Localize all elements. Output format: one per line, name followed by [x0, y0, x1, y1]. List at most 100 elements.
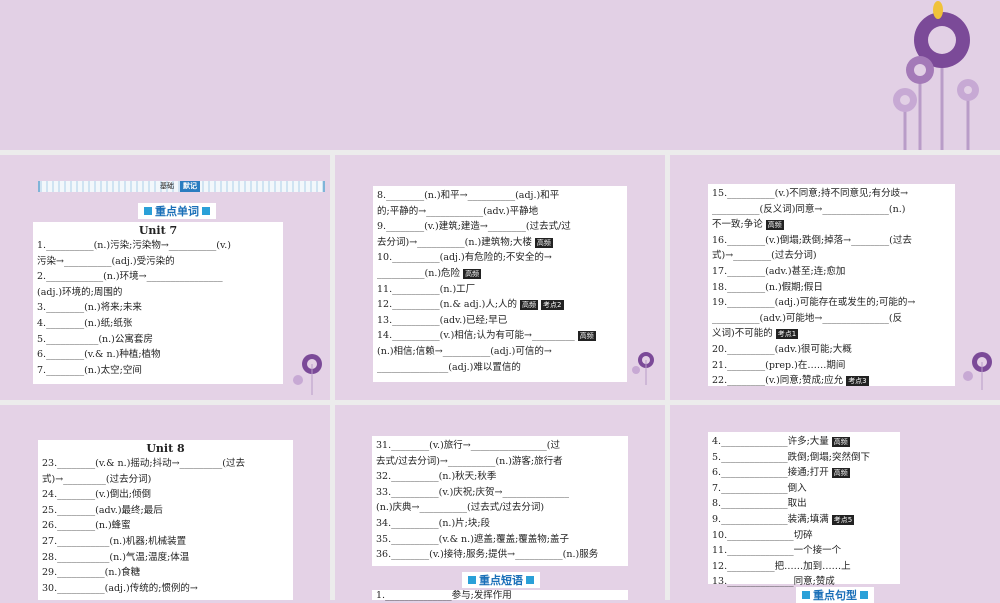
- worksheet-panel-2: 8.________(n.)和平→__________(adj.)和平 的;平静的…: [373, 186, 627, 382]
- exercise-line: 17.________(adv.)甚至;连;愈加: [712, 265, 846, 277]
- exercise-line: __________(adv.)可能地→______________(反: [712, 312, 903, 324]
- square-icon: [202, 207, 210, 215]
- exercise-line: 不一致;争论 高频: [712, 219, 784, 231]
- exercise-line: 12.__________把……加到……上: [712, 560, 851, 572]
- banner-strip: 基础 默记: [38, 181, 325, 192]
- exercise-line: 24.________(v.)倒出;倾倒: [42, 489, 151, 501]
- square-icon: [144, 207, 152, 215]
- exercise-list: 23.________(v.& n.)摇动;抖动→_________(过去 式)→…: [42, 456, 289, 596]
- square-icon: [860, 591, 868, 599]
- worksheet-panel-6: 4.______________许多;大量 高频 5.______________跌…: [708, 432, 900, 587]
- exercise-line: 31.________(v.)旅行→________________(过: [376, 440, 560, 451]
- exercise-line: 29.__________(n.)食糖: [42, 567, 141, 579]
- exercise-line: 6.______________接通;打开 高频: [712, 467, 850, 479]
- square-icon: [802, 591, 810, 599]
- frequency-tag: 高频: [831, 437, 850, 447]
- worksheet-panel-1: Unit 7 1.__________(n.)污染;污染物→__________…: [33, 222, 283, 384]
- exercise-line: 8.________(n.)和平→__________(adj.)和平: [377, 190, 560, 201]
- exercise-line: 5.______________跌倒;倒塌;突然倒下: [712, 451, 870, 463]
- exercise-line: 36.________(v.)接待;服务;提供→__________(n.)服务: [376, 549, 599, 561]
- frequency-tag: 高频: [463, 268, 482, 279]
- exercise-line: 20.__________(adv.)很可能;大概: [712, 343, 852, 355]
- flower-decoration-icon: [963, 352, 992, 390]
- square-icon: [526, 576, 534, 584]
- square-icon: [468, 576, 476, 584]
- exercise-line: 的;平静的→____________(adv.)平静地: [377, 205, 539, 217]
- exercise-list: 8.________(n.)和平→__________(adj.)和平 的;平静的…: [377, 188, 623, 375]
- divider: [330, 150, 335, 600]
- exercise-line: 4.______________许多;大量 高频: [712, 436, 850, 447]
- unit-title: Unit 8: [146, 442, 185, 455]
- exercise-line: 去式/过去分词)→__________(n.)游客;旅行者: [376, 455, 563, 467]
- exercise-line: 去分词)→__________(n.)建筑物;大楼 高频: [377, 236, 553, 248]
- exercise-line: 义词)不可能的 考点1: [712, 328, 799, 340]
- worksheet-panel-3: 15.__________(v.)不同意;持不同意见;有分歧→ _________…: [708, 184, 955, 387]
- exercise-line: 7.______________倒入: [712, 482, 807, 494]
- frequency-tag: 高频: [520, 300, 539, 311]
- exercise-line: 18.________(n.)假期;假日: [712, 281, 823, 293]
- exercise-line: 12.__________(n.& adj.)人;人的 高频 考点2: [377, 299, 564, 311]
- banner-right-label: 默记: [180, 181, 200, 192]
- exercise-line: 6.________(v.& n.)种植;植物: [37, 349, 161, 361]
- frequency-tag: 高频: [765, 220, 784, 231]
- exercise-line: 式)→_________(过去分词): [42, 473, 152, 485]
- exercise-line: 10.______________切碎: [712, 529, 813, 541]
- exercise-line: 27.___________(n.)机器;机械装置: [42, 535, 187, 547]
- exercise-line: __________(n.)危险 高频: [377, 267, 482, 279]
- exercise-line: 14.__________(v.)相信;认为有可能→_________ 高频: [377, 330, 596, 342]
- exercise-line: 34.__________(n.)片;块;段: [376, 517, 491, 529]
- exercise-line: 1.__________(n.)污染;污染物→__________(v.): [37, 240, 231, 251]
- exercise-line: 32.__________(n.)秋天;秋季: [376, 471, 497, 483]
- exercise-line: 33.__________(v.)庆祝;庆贺→______________: [376, 486, 569, 498]
- exercise-list: 31.________(v.)旅行→________________(过 去式/过…: [376, 438, 624, 563]
- divider: [665, 150, 670, 600]
- exercise-line: 3.________(n.)将来;未来: [37, 302, 142, 314]
- worksheet-panel-4: Unit 8 23.________(v.& n.)摇动;抖动→________…: [38, 440, 293, 600]
- exercise-line: 25.________(adv.)最终;最后: [42, 504, 163, 516]
- exercise-line: 21.________(prep.)在……期间: [712, 359, 846, 371]
- section-heading-words: 重点单词: [138, 203, 216, 219]
- section-heading-phrases: 重点短语: [462, 572, 540, 588]
- exercise-line: 10.__________(adj.)有危险的;不安全的→: [377, 252, 552, 264]
- exercise-line: _______________(adj.)难以置信的: [377, 361, 521, 373]
- exercise-line: 8.______________取出: [712, 498, 807, 510]
- exercise-line: __________(反义词)同意→______________(n.): [712, 203, 906, 215]
- exercise-line: (n.)相信;信赖→__________(adj.)可信的→: [377, 345, 552, 357]
- frequency-tag: 高频: [577, 331, 596, 342]
- exercise-line: 35.__________(v.& n.)遮盖;覆盖;覆盖物;盖子: [376, 533, 569, 545]
- exercise-line: (adj.)环境的;周围的: [37, 286, 123, 298]
- exercise-line: 19.__________(adj.)可能存在或发生的;可能的→: [712, 297, 916, 309]
- exercise-line: 26.________(n.)蜂蜜: [42, 520, 131, 532]
- frequency-tag: 考点1: [775, 329, 799, 340]
- exercise-line: 22.________(v.)同意;赞成;应允 考点3: [712, 375, 869, 387]
- exercise-line: (n.)庆典→__________(过去式/过去分词): [376, 502, 545, 514]
- unit-title: Unit 7: [138, 224, 178, 237]
- flower-decoration-icon: [632, 352, 654, 385]
- frequency-tag: 考点3: [846, 376, 869, 387]
- exercise-line: 9.________(v.)建筑;建造→________(过去式/过: [377, 221, 571, 233]
- flower-decoration-icon: [293, 354, 322, 395]
- exercise-line: 13.__________(adv.)已经;早已: [377, 314, 508, 326]
- flower-decoration-icon: [893, 1, 979, 150]
- exercise-line: 污染→__________(adj.)受污染的: [37, 255, 175, 267]
- exercise-line: 11.__________(n.)工厂: [377, 283, 476, 295]
- divider: [0, 400, 1000, 405]
- phrase-panel: 1.______________参与;发挥作用: [372, 590, 628, 601]
- exercise-line: 7.________(n.)太空;空间: [37, 364, 142, 376]
- frequency-tag: 高频: [534, 237, 553, 248]
- frequency-tag: 高频: [831, 468, 850, 479]
- exercise-line: 15.__________(v.)不同意;持不同意见;有分歧→: [712, 188, 909, 199]
- exercise-list: 1.__________(n.)污染;污染物→__________(v.) 污染→…: [37, 238, 279, 378]
- exercise-list: 4.______________许多;大量 高频 5.______________跌…: [712, 434, 896, 590]
- exercise-line: 式)→________(过去分词): [712, 250, 817, 262]
- frequency-tag: 考点5: [831, 514, 855, 525]
- exercise-line: 2.____________(n.)环境→________________: [37, 271, 223, 283]
- phrase-item: 1.______________参与;发挥作用: [376, 590, 512, 601]
- frequency-tag: 考点2: [541, 300, 564, 311]
- section-heading-sentences: 重点句型: [796, 587, 874, 603]
- exercise-line: 11.______________一个接一个: [712, 545, 842, 557]
- exercise-line: 5.___________(n.)公寓套房: [37, 333, 153, 345]
- worksheet-panel-5: 31.________(v.)旅行→________________(过 去式/过…: [372, 436, 628, 566]
- exercise-line: 23.________(v.& n.)摇动;抖动→_________(过去: [42, 458, 246, 469]
- divider: [0, 150, 1000, 155]
